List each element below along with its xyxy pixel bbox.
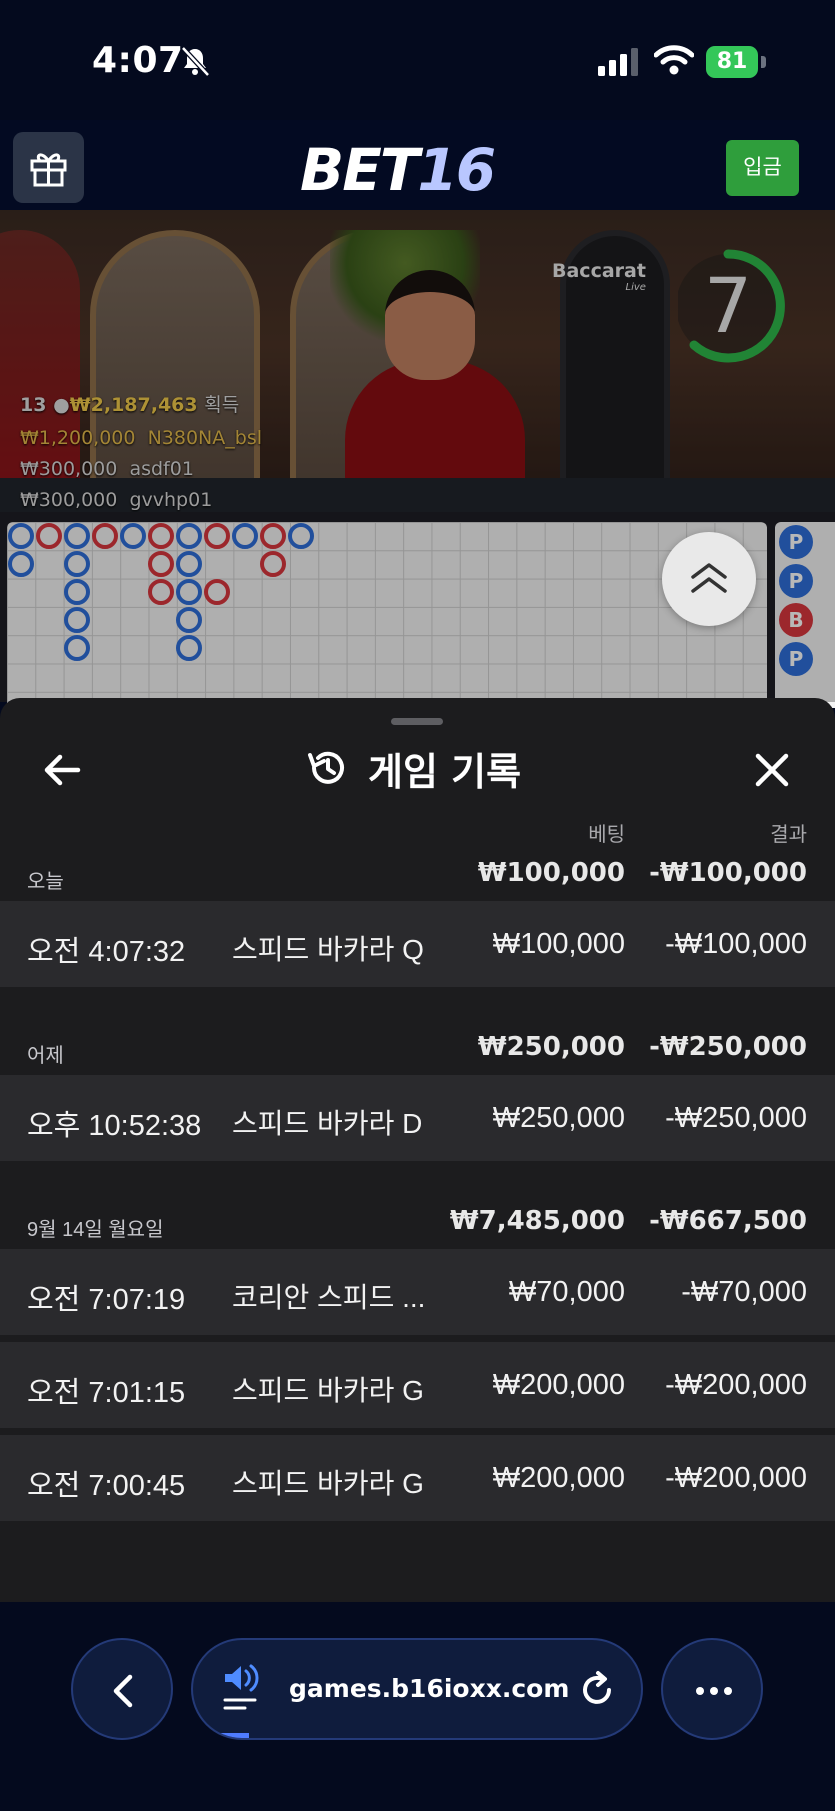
row-bet: ₩200,000 [492,1462,625,1494]
bell-slash-icon [181,46,210,77]
row-bet: ₩250,000 [492,1102,625,1134]
row-result: -₩200,000 [665,1369,807,1401]
app-header: BET16 입금 [0,120,835,210]
sound-icon[interactable] [223,1662,263,1718]
group-header: 9월 14일 월요일 ₩7,485,000 -₩667,500 [0,1195,835,1249]
sheet-title: 게임 기록 [306,742,521,794]
backdrop-overlay [0,210,835,702]
row-game: 스피드 바카라 D [232,1108,423,1139]
chevron-up-double-icon [691,563,727,593]
app-logo: BET16 [300,136,496,204]
row-time: 오전 4:07:32 [27,936,186,968]
row-game: 스피드 바카라 G [232,1375,424,1406]
expand-button[interactable] [662,532,756,626]
game-history-sheet: 게임 기록 베팅 결과 오늘 ₩100,000 -₩100,000 오전 4:0… [0,698,835,1602]
row-bet: ₩100,000 [492,928,625,960]
browser-back-button[interactable] [71,1638,173,1740]
group-bet-total: ₩7,485,000 [449,1206,625,1236]
url-text: games.b16ioxx.com [289,1674,570,1703]
more-icon [696,1687,732,1695]
group-label: 오늘 [27,871,64,893]
gift-icon [30,153,67,187]
row-bet: ₩70,000 [508,1276,625,1308]
sheet-grabber[interactable] [391,718,443,725]
group-label: 9월 14일 월요일 [27,1219,164,1241]
group-bet-total: ₩100,000 [477,858,625,888]
address-bar[interactable]: games.b16ioxx.com [191,1638,643,1740]
sheet-title-text: 게임 기록 [368,749,522,794]
history-row[interactable]: 오후 10:52:38 스피드 바카라 D ₩250,000 -₩250,000 [0,1075,835,1161]
browser-toolbar: games.b16ioxx.com [0,1602,835,1811]
group-header: 오늘 ₩100,000 -₩100,000 [0,847,835,901]
history-row[interactable]: 오전 4:07:32 스피드 바카라 Q ₩100,000 -₩100,000 [0,901,835,987]
row-time: 오전 7:07:19 [27,1284,186,1316]
battery-icon: 81 [706,46,768,78]
row-bet: ₩200,000 [492,1369,625,1401]
group-result-total: -₩667,500 [649,1206,807,1236]
history-row[interactable]: 오전 7:01:15 스피드 바카라 G ₩200,000 -₩200,000 [0,1342,835,1428]
column-header-bet: 베팅 [588,824,625,846]
group-header: 어제 ₩250,000 -₩250,000 [0,1021,835,1075]
load-progress [193,1733,249,1738]
row-result: -₩70,000 [681,1276,807,1308]
status-time: 4:07 [92,40,184,81]
group-label: 어제 [27,1045,64,1067]
logo-number: 16 [417,136,496,204]
chevron-left-icon [113,1674,133,1708]
back-arrow-icon[interactable] [40,748,84,792]
row-result: -₩250,000 [665,1102,807,1134]
history-icon [308,751,344,784]
row-time: 오후 10:52:38 [27,1110,202,1142]
row-time: 오전 7:00:45 [27,1470,186,1502]
row-game: 스피드 바카라 Q [232,934,424,965]
signal-icon [598,48,638,76]
group-bet-total: ₩250,000 [477,1032,625,1062]
column-header-result: 결과 [770,824,807,846]
more-button[interactable] [661,1638,763,1740]
reload-icon[interactable] [577,1670,617,1710]
deposit-button[interactable]: 입금 [726,140,799,196]
row-game: 스피드 바카라 G [232,1468,424,1499]
logo-text: BET [300,136,419,204]
row-result: -₩100,000 [665,928,807,960]
battery-level: 81 [706,46,758,78]
status-bar: 4:07 81 [0,0,835,120]
group-result-total: -₩100,000 [649,858,807,888]
group-result-total: -₩250,000 [649,1032,807,1062]
gift-button[interactable] [13,132,84,203]
wifi-icon [654,45,694,75]
history-row[interactable]: 오전 7:00:45 스피드 바카라 G ₩200,000 -₩200,000 [0,1435,835,1521]
row-result: -₩200,000 [665,1462,807,1494]
history-row[interactable]: 오전 7:07:19 코리안 스피드 ... ₩70,000 -₩70,000 [0,1249,835,1335]
row-game: 코리안 스피드 ... [232,1282,426,1313]
close-icon[interactable] [750,748,794,792]
row-time: 오전 7:01:15 [27,1377,186,1409]
